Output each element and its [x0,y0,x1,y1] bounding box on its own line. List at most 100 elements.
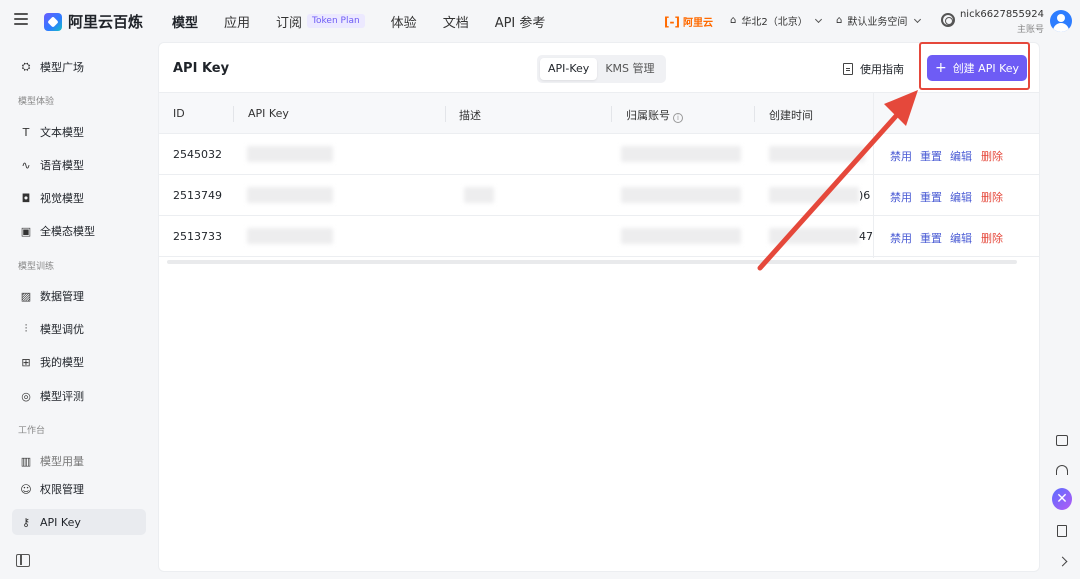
aliyun-logo[interactable]: [-] 阿里云 [664,14,713,30]
sidebar-collapse-icon[interactable] [16,554,30,567]
notes-tool[interactable] [1052,521,1072,541]
masked-owner [621,146,741,162]
sidebar-item-text-model[interactable]: T 文本模型 [12,119,146,145]
sidebar-item-model-tuning[interactable]: ⫶ 模型调优 [12,316,146,342]
workspace-selector[interactable]: ⌂ 默认业务空间 [836,13,922,28]
reset-link[interactable]: 重置 [920,230,942,246]
region-selector[interactable]: ⌂ 华北2（北京） [730,13,822,28]
main-panel: API Key API-Key KMS 管理 使用指南 + 创建 API Key… [158,42,1040,572]
chart-icon: ▨ [20,289,32,303]
sidebar-item-api-key[interactable]: ⚷ API Key [12,509,146,535]
topnav-item-docs[interactable]: 文档 [443,12,469,31]
topnav-item-subscribe[interactable]: 订阅 Token Plan [276,12,365,31]
sidebar-item-multimodal-model[interactable]: ▣ 全模态模型 [12,218,146,244]
delete-link[interactable]: 删除 [981,189,1003,205]
column-header-api-key: API Key [248,107,289,120]
created-time-fragment: 47 [859,230,873,243]
row-id: 2513749 [173,189,222,202]
masked-created-time [769,187,859,203]
masked-api-key [247,146,333,162]
sidebar-item-vision-model[interactable]: ◘ 视觉模型 [12,185,146,211]
model-market-icon: ⛭ [21,60,31,73]
text-icon: T [22,125,30,139]
topnav-item-experience[interactable]: 体验 [391,12,417,31]
created-time-fragment: )6 [859,189,871,202]
column-divider [611,106,612,122]
brand-icon [44,12,62,31]
top-bar: 阿里云百炼 模型 应用 订阅 Token Plan 体验 文档 API 参考 [-… [0,0,1080,42]
masked-description [464,187,494,203]
usage-guide-link[interactable]: 使用指南 [843,61,904,77]
plus-icon: + [934,60,947,76]
sidebar-item-permissions[interactable]: ☺ 权限管理 [12,476,146,502]
edit-link[interactable]: 编辑 [950,148,972,164]
row-actions: 禁用 重置 编辑 删除 [874,216,1040,257]
masked-owner [621,228,741,244]
sidebar-item-my-models[interactable]: ⊞ 我的模型 [12,349,146,375]
view-switcher: API-Key KMS 管理 [537,55,666,83]
row-id: 2513733 [173,230,222,243]
horizontal-scrollbar[interactable] [167,260,1017,264]
column-divider [233,106,234,122]
home-icon: ⌂ [836,15,843,26]
support-tool[interactable] [1052,460,1072,480]
operations-column: 禁用 重置 编辑 删除 禁用 重置 编辑 删除 禁用 重置 编辑 删除 [873,92,1039,258]
account-name: nick6627855924 [959,9,1044,20]
app-logo[interactable]: 阿里云百炼 [44,11,143,32]
expand-tool[interactable] [1052,551,1072,571]
avatar[interactable] [1050,10,1072,32]
disable-link[interactable]: 禁用 [890,230,912,246]
topnav-item-app[interactable]: 应用 [224,12,250,31]
create-api-key-button[interactable]: + 创建 API Key [927,55,1027,81]
sidebar: ⛭ 模型广场 模型体验 T 文本模型 ∿ 语音模型 ◘ 视觉模型 ▣ 全模态模型 模型训练… [0,42,156,579]
tab-api-key[interactable]: API-Key [540,58,598,80]
edit-link[interactable]: 编辑 [950,189,972,205]
delete-link[interactable]: 删除 [981,230,1003,246]
delete-link[interactable]: 删除 [981,148,1003,164]
ai-assistant-tool[interactable]: ✕ [1052,488,1072,510]
ai-assistant-icon: ✕ [1052,488,1072,510]
audio-icon: ∿ [21,158,31,172]
masked-api-key [247,228,333,244]
account-role: 主账号 [1016,25,1044,35]
page-title: API Key [173,61,230,76]
disable-link[interactable]: 禁用 [890,189,912,205]
topnav-item-api-reference[interactable]: API 参考 [495,12,546,31]
note-icon [1057,525,1067,537]
top-nav: 模型 应用 订阅 Token Plan 体验 文档 API 参考 [172,0,571,42]
account-info[interactable]: nick6627855924 主账号 [960,9,1044,35]
menu-icon[interactable] [14,13,28,25]
info-icon[interactable]: i [673,113,683,123]
sidebar-item-model-market[interactable]: ⛭ 模型广场 [12,54,146,80]
column-divider [445,106,446,122]
sidebar-group-workbench: 工作台 [18,426,46,436]
gear-icon[interactable] [941,13,955,27]
disable-link[interactable]: 禁用 [890,148,912,164]
chevron-down-icon [814,15,822,23]
topnav-item-model[interactable]: 模型 [172,12,198,31]
sidebar-group-training: 模型训练 [18,262,55,272]
sidebar-item-model-eval[interactable]: ◎ 模型评测 [12,383,146,409]
row-actions: 禁用 重置 编辑 删除 [874,134,1040,175]
reset-link[interactable]: 重置 [920,148,942,164]
sidebar-item-audio-model[interactable]: ∿ 语音模型 [12,152,146,178]
column-divider [754,106,755,122]
compass-icon: ◎ [21,389,31,403]
row-id: 2545032 [173,148,222,161]
masked-api-key [247,187,333,203]
sidebar-item-data-management[interactable]: ▨ 数据管理 [12,283,146,309]
shop-tool[interactable] [1052,430,1072,450]
user-icon: ☺ [20,482,32,496]
headset-icon [1056,465,1068,475]
token-plan-badge: Token Plan [307,14,365,28]
reset-link[interactable]: 重置 [920,189,942,205]
column-header-created-time: 创建时间 [769,109,813,122]
column-header-owner: 归属账号 i [626,107,683,123]
tune-icon: ⫶ [24,322,28,335]
tab-kms[interactable]: KMS 管理 [597,58,662,80]
chevron-down-icon [914,15,922,23]
edit-link[interactable]: 编辑 [950,230,972,246]
masked-created-time [769,146,865,162]
sidebar-item-model-usage[interactable]: ▥ 模型用量 [12,448,146,474]
camera-icon: ◘ [21,191,31,205]
